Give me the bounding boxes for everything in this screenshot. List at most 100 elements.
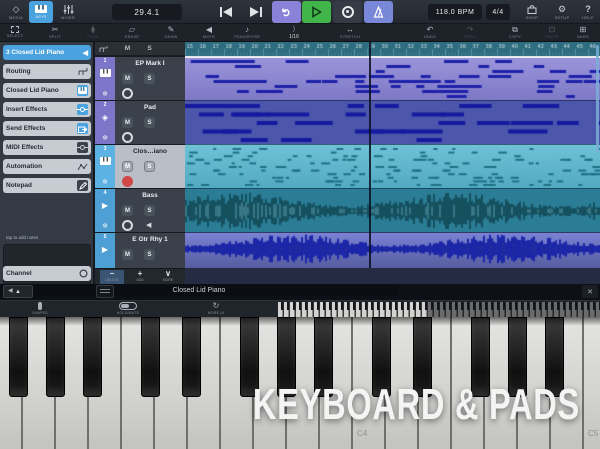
solo-button[interactable]: S	[144, 117, 155, 128]
play-button[interactable]	[302, 1, 331, 23]
black-key-cs3[interactable]	[141, 317, 160, 397]
arrange-area[interactable]	[185, 42, 600, 284]
redo-icon: ↷	[467, 25, 474, 34]
mini-info-button[interactable]	[96, 285, 114, 298]
keys-button[interactable]: KEYS	[29, 1, 53, 23]
shop-button[interactable]: SHOP	[520, 1, 544, 23]
selected-track-button[interactable]: 3 Closed Lid Piano ◀	[3, 45, 91, 60]
tool-bars[interactable]: ⊞BARS	[563, 25, 600, 41]
inspector-insert-effects-button[interactable]: Insert Effects	[3, 102, 91, 117]
more-tracks-button[interactable]: ∨MORE	[156, 270, 180, 284]
lane-e-gtr-rhy[interactable]	[185, 232, 600, 268]
inspector-send-effects-button[interactable]: Send Effects	[3, 121, 91, 136]
solo-button[interactable]: S	[144, 249, 155, 260]
tool-select[interactable]: SELECT	[0, 25, 35, 41]
record-arm-button[interactable]	[122, 220, 133, 231]
forward-button[interactable]	[242, 1, 270, 23]
loop-button[interactable]: ↺	[272, 1, 301, 23]
track-row-e-gtr-rhy-1[interactable]: 5▶E Gtr Rhy 1 M S	[95, 232, 185, 268]
track-header[interactable]: Bass M S ◀	[115, 189, 185, 232]
mute-button[interactable]: M	[122, 73, 133, 84]
mute-button[interactable]: M	[122, 249, 133, 260]
help-button[interactable]: ? HELP	[577, 1, 599, 23]
inspector-button-label: Automation	[6, 163, 75, 170]
time-position-display[interactable]: 29.4.1	[112, 4, 182, 20]
mute-button[interactable]: M	[122, 205, 133, 216]
inspector-midi-effects-button[interactable]: MIDI Effects	[3, 140, 91, 155]
lane-closed-lid-piano[interactable]	[185, 144, 600, 188]
velocity-slider-control[interactable]: SHAPES	[15, 302, 65, 317]
snap-chevron-icon: ⟩	[293, 25, 296, 34]
record-arm-button[interactable]	[122, 176, 133, 187]
metronome-button[interactable]	[364, 1, 393, 23]
synth-track-icon: ◈	[95, 113, 115, 123]
tool-glue[interactable]: ⧫GLUE	[73, 25, 113, 41]
monitor-icon[interactable]: ◀	[146, 221, 151, 229]
tool-erase[interactable]: ▱ERASE	[112, 25, 152, 41]
track-row-pad[interactable]: 2◈❄Pad M S	[95, 100, 185, 144]
playhead[interactable]	[369, 42, 371, 268]
track-header[interactable]: EP Mark I M S	[115, 57, 185, 100]
track-header[interactable]: E Gtr Rhy 1 M S	[115, 233, 185, 268]
track-row-ep-mark-i[interactable]: 1❄EP Mark I M S	[95, 56, 185, 100]
white-key-c5[interactable]: C5	[584, 317, 600, 449]
black-key-gs2[interactable]	[46, 317, 65, 397]
setup-button[interactable]: ⚙ SETUP	[550, 1, 574, 23]
media-button[interactable]: ◇ MEDIA	[4, 1, 28, 23]
track-color-strip: 1❄	[95, 57, 115, 100]
rewind-button[interactable]	[212, 1, 240, 23]
audio-track-icon: ▶	[95, 245, 115, 255]
close-keyboard-button[interactable]: ✕	[582, 285, 598, 298]
tool-undo[interactable]: ↶UNDO	[410, 25, 450, 41]
hold-toggle-control[interactable]: HOLD/MUTE	[103, 302, 153, 317]
track-header[interactable]: Pad M S	[115, 101, 185, 144]
tempo-display[interactable]: 118.0 BPM	[428, 4, 482, 20]
instrument-selector-bar[interactable]: ◀ Closed Lid Piano ▶	[0, 284, 398, 296]
solo-button[interactable]: S	[144, 205, 155, 216]
solo-button[interactable]: S	[144, 73, 155, 84]
record-arm-button[interactable]	[122, 88, 133, 99]
tool-redo[interactable]: ↷REDO	[450, 25, 490, 41]
tool-1-16[interactable]: ⟩1/16	[274, 25, 314, 41]
octave-cycle-control[interactable]: ↻MORE UI	[191, 302, 241, 317]
track-header[interactable]: Clos…iano M S	[115, 145, 185, 188]
inspector-routing-button[interactable]: Routing	[3, 64, 91, 79]
master-mute[interactable]: M	[122, 45, 133, 52]
track-row-clos-iano[interactable]: 3❄Clos…iano M S	[95, 144, 185, 188]
timeline-ruler[interactable]	[185, 42, 600, 56]
channel-button[interactable]: Channel	[3, 266, 91, 281]
inspector-notepad-button[interactable]: Notepad	[3, 178, 91, 193]
mute-button[interactable]: M	[122, 161, 133, 172]
time-signature-display[interactable]: 4/4	[486, 4, 510, 20]
black-key-ds3[interactable]	[182, 317, 201, 397]
lane-ep-mark-i[interactable]	[185, 56, 600, 100]
mixer-button[interactable]: MIXER	[55, 1, 81, 23]
inspector-closed-lid-piano-button[interactable]: Closed Lid Piano	[3, 83, 91, 98]
tool-stretch[interactable]: ↔STRETCH	[330, 25, 370, 41]
black-key-fs2[interactable]	[9, 317, 28, 397]
inspector-automation-button[interactable]: Automation	[3, 159, 91, 174]
skip-end-icon	[249, 7, 263, 17]
master-solo[interactable]: S	[144, 45, 155, 52]
tool-split[interactable]: ✂SPLIT	[35, 25, 75, 41]
vertical-scrollbar[interactable]	[596, 45, 599, 153]
black-key-as2[interactable]	[83, 317, 102, 397]
lane-bass[interactable]	[185, 188, 600, 232]
delete-track-button[interactable]: −DELETE	[100, 270, 124, 284]
lane-pad[interactable]	[185, 100, 600, 144]
track-row-bass[interactable]: 4▶❄Bass M S◀	[95, 188, 185, 232]
record-arm-button[interactable]	[122, 132, 133, 143]
track-name: Bass	[115, 192, 185, 199]
tool-draw[interactable]: ✎DRAW	[151, 25, 191, 41]
notepad-hint: tap to add notes	[6, 235, 38, 240]
solo-button[interactable]: S	[144, 161, 155, 172]
tool-mute[interactable]: ◀MUTE	[189, 25, 229, 41]
keyboard-range-overview[interactable]	[278, 302, 600, 317]
keys-icon	[35, 5, 47, 13]
tool-transpose[interactable]: ♪TRANSPOSE	[227, 25, 267, 41]
tool-copy[interactable]: ⧉COPY	[495, 25, 535, 41]
record-button[interactable]	[333, 1, 362, 23]
mute-button[interactable]: M	[122, 117, 133, 128]
add-track-button[interactable]: +ADD	[128, 270, 152, 284]
channel-label: Channel	[6, 270, 77, 277]
